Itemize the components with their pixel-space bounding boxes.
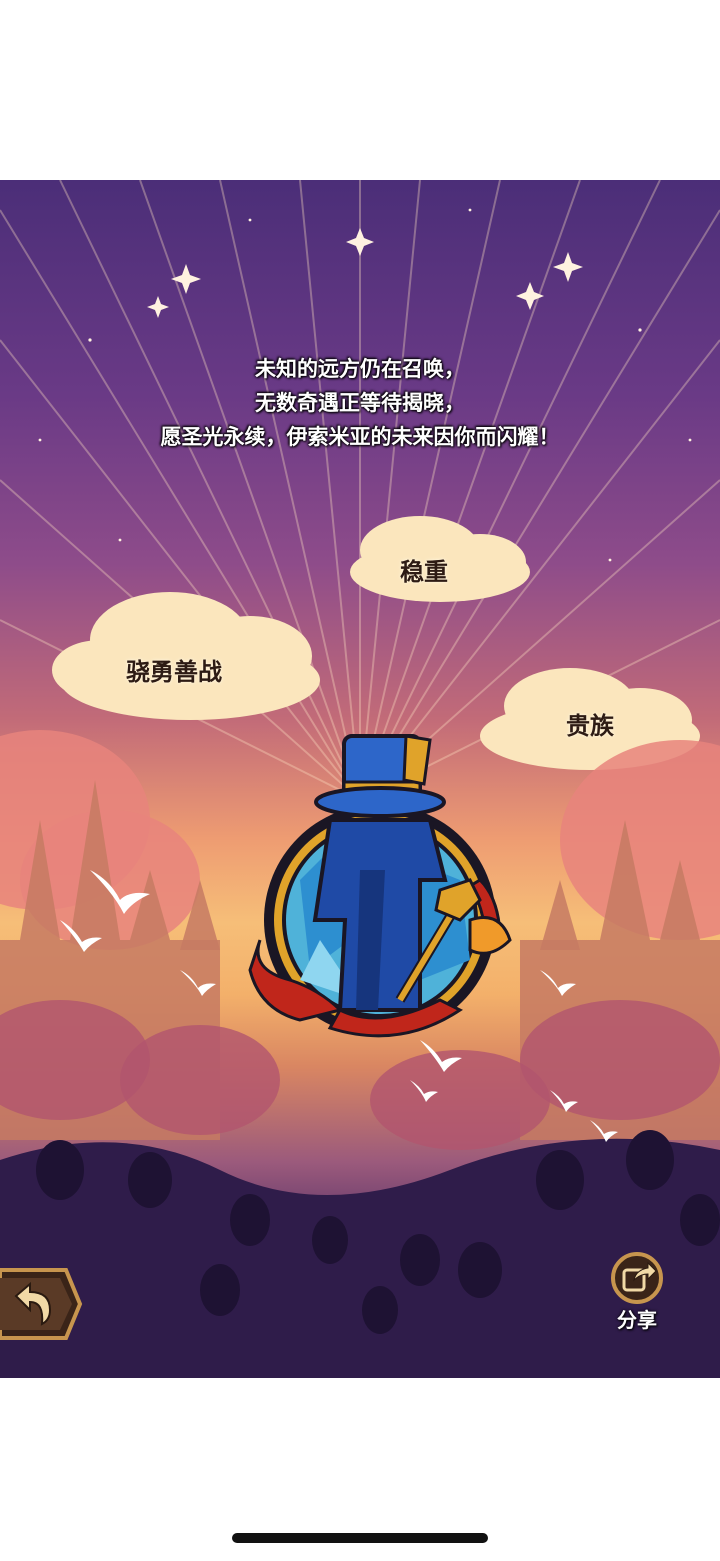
result-scene: 未知的远方仍在召唤， 无数奇遇正等待揭晓， 愿圣光永续，伊索米亚的未来因你而闪耀… bbox=[0, 180, 720, 1378]
back-arrow-icon bbox=[0, 1268, 83, 1340]
trait-brave: 骁勇善战 bbox=[126, 658, 222, 686]
poem-line-1: 未知的远方仍在召唤， bbox=[255, 357, 465, 381]
home-indicator[interactable] bbox=[232, 1533, 488, 1543]
status-bar-area bbox=[0, 0, 720, 180]
poem-text: 未知的远方仍在召唤， 无数奇遇正等待揭晓， 愿圣光永续，伊索米亚的未来因你而闪耀… bbox=[60, 352, 660, 454]
trait-steady: 稳重 bbox=[400, 558, 448, 586]
trait-noble: 贵族 bbox=[566, 712, 614, 740]
poem-line-2: 无数奇遇正等待揭晓， bbox=[255, 391, 465, 415]
share-button[interactable]: 分享 bbox=[602, 1252, 672, 1338]
back-button[interactable] bbox=[0, 1266, 84, 1342]
share-icon bbox=[611, 1252, 663, 1304]
poem-line-3: 愿圣光永续，伊索米亚的未来因你而闪耀！ bbox=[160, 425, 560, 449]
share-label: 分享 bbox=[617, 1308, 657, 1332]
stained-glass-emblem bbox=[248, 734, 512, 1038]
